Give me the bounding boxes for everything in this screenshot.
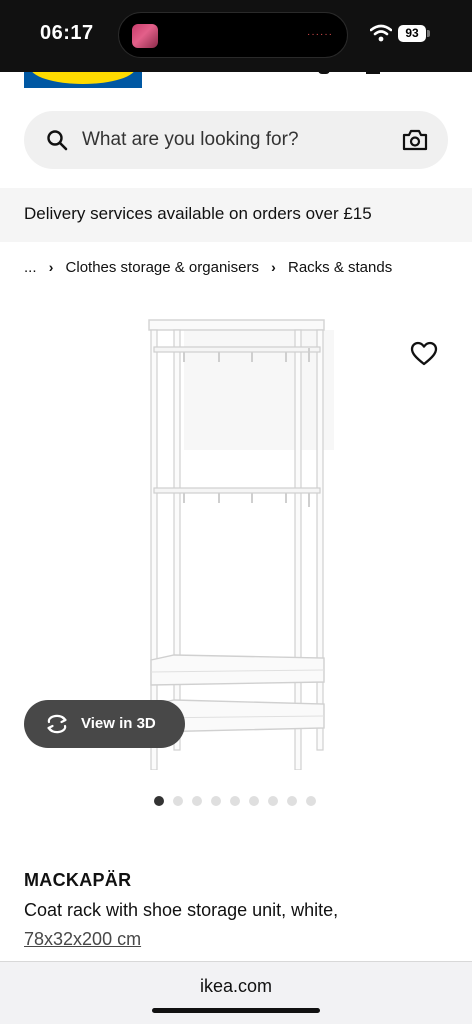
carousel-dot[interactable] xyxy=(287,796,297,806)
url-text: ikea.com xyxy=(199,976,273,996)
clock: 06:17 xyxy=(40,22,94,44)
account-icon[interactable] xyxy=(318,70,330,74)
camera-icon[interactable] xyxy=(402,128,428,152)
chevron-right-icon: › xyxy=(271,259,276,276)
ikea-logo[interactable] xyxy=(24,72,142,88)
carousel-dot[interactable] xyxy=(230,796,240,806)
battery-tip xyxy=(427,30,430,37)
delivery-banner-text: Delivery services available on orders ov… xyxy=(24,204,372,223)
rotate-3d-icon xyxy=(47,714,67,734)
basket-icon[interactable] xyxy=(366,70,380,74)
carousel-dot[interactable] xyxy=(192,796,202,806)
view-in-3d-button[interactable]: View in 3D xyxy=(24,700,185,748)
status-bar: 06:17 ······ 93 xyxy=(0,0,472,72)
carousel-dot[interactable] xyxy=(306,796,316,806)
carousel-dot[interactable] xyxy=(154,796,164,806)
delivery-banner[interactable]: Delivery services available on orders ov… xyxy=(0,188,472,242)
now-playing-thumbnail xyxy=(132,24,158,48)
home-indicator[interactable] xyxy=(152,1008,320,1013)
carousel-dot[interactable] xyxy=(211,796,221,806)
breadcrumb-racks-stands[interactable]: Racks & stands xyxy=(288,259,392,276)
wifi-icon xyxy=(370,24,392,42)
search-input[interactable]: What are you looking for? xyxy=(24,111,448,169)
breadcrumb: ... › Clothes storage & organisers › Rac… xyxy=(24,258,392,278)
coat-rack-drawing xyxy=(148,319,334,770)
carousel-dot[interactable] xyxy=(268,796,278,806)
dynamic-island[interactable]: ······ xyxy=(118,12,348,58)
audio-indicator: ······ xyxy=(307,29,333,40)
image-carousel-pagination[interactable] xyxy=(154,793,325,806)
chevron-right-icon: › xyxy=(48,259,54,276)
breadcrumb-clothes-storage[interactable]: Clothes storage & organisers xyxy=(66,259,259,276)
browser-url-bar[interactable]: ikea.com xyxy=(0,961,472,1024)
heart-icon[interactable] xyxy=(410,341,438,367)
search-icon xyxy=(47,130,68,151)
search-placeholder: What are you looking for? xyxy=(82,129,299,150)
battery-indicator: 93 xyxy=(398,25,426,42)
carousel-dot[interactable] xyxy=(249,796,259,806)
product-description: Coat rack with shoe storage unit, white, xyxy=(24,900,339,920)
view-in-3d-label: View in 3D xyxy=(81,715,156,732)
logo-oval xyxy=(30,72,136,84)
breadcrumb-more[interactable]: ... xyxy=(24,259,37,276)
product-size-link[interactable]: 78x32x200 cm xyxy=(24,929,141,950)
product-name: MACKAPÄR xyxy=(24,870,132,890)
carousel-dot[interactable] xyxy=(173,796,183,806)
